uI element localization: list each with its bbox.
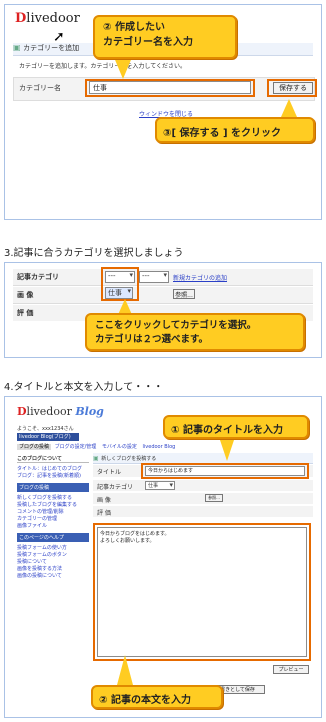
image-label: 画 像 bbox=[97, 497, 111, 504]
callout-enter-category-name: ② 作成したい カテゴリー名を入力 bbox=[93, 15, 237, 59]
step3-heading: 3.記事に合うカテゴリを選択しましょう bbox=[4, 248, 184, 259]
callout-save-text: ③[ 保存する ] をクリック bbox=[163, 128, 282, 139]
callout-title-arrow bbox=[219, 437, 235, 461]
sidebar-help-item[interactable]: 投稿フォームのボタン bbox=[17, 551, 89, 558]
logo-mark-icon: D bbox=[17, 405, 27, 418]
sidebar-help-item[interactable]: 投稿フォームの使い方 bbox=[17, 544, 89, 551]
highlight-category-input bbox=[85, 79, 255, 97]
callout-click-save: ③[ 保存する ] をクリック bbox=[155, 117, 315, 143]
form-header-icon: ▣ bbox=[93, 455, 99, 462]
sidebar-help-title: このページのヘルプ bbox=[17, 533, 89, 542]
sidebar-menu-item[interactable]: コメントの管理/削除 bbox=[17, 508, 89, 515]
logo-text: livedoor bbox=[26, 11, 80, 26]
blog-text: Blog bbox=[75, 405, 104, 418]
category-name-label: カテゴリー名 bbox=[19, 84, 61, 92]
callout-step3-line-2: カテゴリは２つ選べます。 bbox=[95, 334, 209, 345]
tab-settings[interactable]: ブログの設定/管理 bbox=[53, 444, 99, 450]
callout-line-2: カテゴリー名を入力 bbox=[103, 37, 193, 48]
sidebar-menu-item[interactable]: 投稿したブログを編集する bbox=[17, 501, 89, 508]
sidebar: このブログについて タイトル：はじめてのブログ ブログ：記事を投稿(新着順) ブ… bbox=[17, 455, 89, 705]
image-row bbox=[93, 493, 313, 504]
tab-livedoor-blog[interactable]: livedoor Blog bbox=[141, 444, 178, 450]
livedoor-logo: Dlivedoor bbox=[15, 11, 80, 26]
category-label: 記事カテゴリ bbox=[97, 484, 134, 491]
rating-label: 評 価 bbox=[17, 309, 34, 317]
header-icon: ▣ bbox=[13, 43, 21, 52]
highlight-save-button bbox=[267, 79, 317, 97]
category-select-panel: 記事カテゴリ --- --- 新規カテゴリの追加 画 像 仕事 参照... 評 … bbox=[4, 262, 322, 358]
sidebar-menu-item[interactable]: 画像ファイル bbox=[17, 522, 89, 529]
browse-button[interactable]: 参照... bbox=[173, 289, 195, 299]
sidebar-help-item[interactable]: 画像の投稿について bbox=[17, 572, 89, 579]
form-header-title: 新しくブログを投稿する bbox=[101, 456, 157, 462]
callout-body-arrow bbox=[117, 655, 133, 685]
preview-button[interactable]: プレビュー bbox=[273, 665, 309, 674]
rating-label: 評 価 bbox=[97, 510, 111, 517]
callout-body-text: ② 記事の本文を入力 bbox=[99, 695, 191, 706]
category-label: 記事カテゴリ bbox=[17, 273, 59, 281]
sidebar-section-title: このブログについて bbox=[17, 455, 89, 463]
callout-select-category: ここをクリックしてカテゴリを選択。 カテゴリは２つ選べます。 bbox=[85, 313, 305, 351]
category-select[interactable]: 仕事 bbox=[145, 481, 175, 490]
tab-post[interactable]: ブログの投稿 bbox=[17, 444, 52, 450]
image-browse-button[interactable]: 参照... bbox=[205, 494, 223, 502]
livedoor-blog-logo: Dlivedoor Blog bbox=[17, 405, 104, 418]
add-category-link[interactable]: 新規カテゴリの追加 bbox=[173, 273, 227, 282]
sidebar-info-item-2: ブログ：記事を投稿(新着順) bbox=[17, 473, 81, 479]
blog-name-text: livedoor Blog(ブログ) bbox=[19, 434, 71, 440]
sidebar-menu-item[interactable]: 新しくブログを投稿する bbox=[17, 494, 89, 501]
image-row bbox=[13, 287, 313, 304]
callout-save-arrow bbox=[281, 99, 297, 117]
logo-text: livedoor bbox=[26, 405, 72, 418]
callout-step3-line-1: ここをクリックしてカテゴリを選択。 bbox=[95, 320, 257, 331]
tab-bar: ブログの投稿 ブログの設定/管理 モバイルの設定 livedoor Blog bbox=[17, 443, 307, 450]
sidebar-menu-title: ブログの投稿 bbox=[17, 483, 89, 492]
step4-heading: 4.タイトルと本文を入力して・・・ bbox=[4, 382, 164, 393]
category-select-2[interactable]: --- bbox=[139, 271, 169, 283]
title-label: タイトル bbox=[97, 469, 122, 476]
post-editor-window: Dlivedoor Blog ようこそ、xxx1234さん livedoor B… bbox=[4, 396, 322, 718]
callout-enter-body: ② 記事の本文を入力 bbox=[91, 685, 223, 709]
highlight-body-textarea bbox=[93, 523, 311, 661]
image-label: 画 像 bbox=[17, 291, 34, 299]
callout-line-1: ② 作成したい bbox=[103, 22, 165, 33]
sidebar-help-item[interactable]: 投稿について bbox=[17, 558, 89, 565]
highlight-title-input bbox=[141, 463, 309, 479]
logo-mark-icon: D bbox=[15, 11, 27, 26]
callout-enter-title: ① 記事のタイトルを入力 bbox=[163, 415, 309, 439]
panel-header-title: カテゴリーを追加 bbox=[23, 44, 80, 52]
highlight-category-select bbox=[101, 267, 139, 301]
rating-row bbox=[93, 506, 313, 517]
sidebar-info-item-1: タイトル：はじめてのブログ bbox=[17, 466, 83, 472]
instruction-text: カテゴリーを追加します。カテゴリー名を入力してください。 bbox=[19, 63, 187, 70]
category-add-window: Dlivedoor ➚ ▣ カテゴリーを追加 カテゴリーを追加します。カテゴリー… bbox=[4, 4, 322, 220]
tab-mobile[interactable]: モバイルの設定 bbox=[100, 444, 139, 450]
blog-name-bar: livedoor Blog(ブログ) bbox=[17, 433, 79, 441]
sidebar-menu-item[interactable]: カテゴリーの管理 bbox=[17, 515, 89, 522]
sidebar-help-item[interactable]: 画像を投稿する方法 bbox=[17, 565, 89, 572]
greeting-text: ようこそ、xxx1234さん bbox=[17, 426, 74, 432]
callout-title-text: ① 記事のタイトルを入力 bbox=[171, 425, 283, 436]
